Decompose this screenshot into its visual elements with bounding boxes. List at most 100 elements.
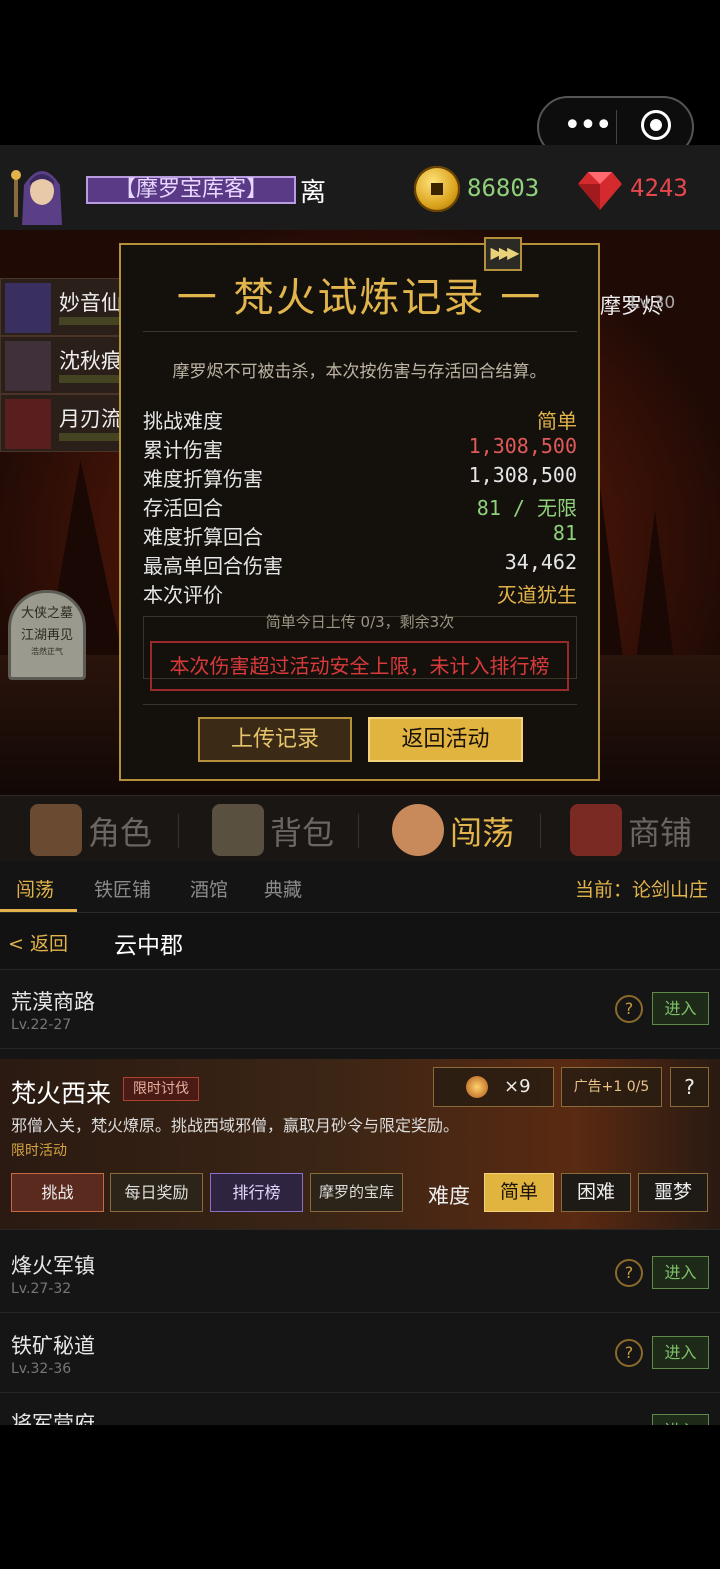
stat-value: 34,462 xyxy=(504,550,577,574)
location-level: Lv.32-36 xyxy=(11,1361,72,1377)
damage-cap-warning: 本次伤害超过活动安全上限，未计入排行榜 xyxy=(150,641,569,691)
tomb-small: 浩然正气 xyxy=(31,647,63,656)
upload-quota: 简单今日上传 0/3，剩余3次 xyxy=(265,613,455,631)
ticket-counter: ×9 xyxy=(433,1067,554,1107)
return-to-event-button[interactable]: 返回活动 xyxy=(368,717,523,762)
treasury-button[interactable]: 摩罗的宝库 xyxy=(310,1173,403,1212)
enter-button[interactable]: 进入 xyxy=(652,992,709,1025)
daily-reward-button[interactable]: 每日奖励 xyxy=(110,1173,203,1212)
hero-slot[interactable]: 月刃流 xyxy=(0,394,124,452)
coin-balance: 86803 xyxy=(467,174,540,202)
modal-description: 摩罗烬不可被击杀，本次按伤害与存活回合结算。 xyxy=(172,362,547,382)
stat-label: 累计伤害 xyxy=(143,438,223,462)
coin-icon xyxy=(414,166,460,212)
hero-hp-bar xyxy=(59,433,119,441)
gem-balance: 4243 xyxy=(630,174,688,202)
location-name: 铁矿秘道 xyxy=(11,1334,95,1358)
character-icon xyxy=(30,804,82,856)
tab-label: 商铺 xyxy=(628,814,693,852)
subtab-blacksmith[interactable]: 铁匠铺 xyxy=(94,875,151,902)
ticket-count: ×9 xyxy=(504,1076,531,1097)
stat-value: 81 xyxy=(552,521,577,545)
stat-label: 最高单回合伤害 xyxy=(143,554,283,578)
ticket-icon xyxy=(466,1076,488,1098)
enter-button[interactable]: 进入 xyxy=(652,1414,709,1425)
event-limited-label: 限时活动 xyxy=(11,1143,67,1159)
enter-button[interactable]: 进入 xyxy=(652,1336,709,1369)
backpack-icon xyxy=(212,804,264,856)
stat-label: 存活回合 xyxy=(143,496,223,520)
stat-label: 难度折算回合 xyxy=(143,525,263,549)
list-item-partial: 将军营府 进入 xyxy=(0,1394,720,1425)
active-tab-indicator xyxy=(0,909,77,912)
tab-label: 角色 xyxy=(88,814,153,852)
sub-tab-bar: 闯荡 铁匠铺 酒馆 典藏 当前：论剑山庄 xyxy=(0,861,720,913)
player-name: 离 xyxy=(300,178,327,208)
upload-record-button[interactable]: 上传记录 xyxy=(198,717,352,762)
event-title: 梵火西来 xyxy=(11,1079,112,1108)
tomb-line2: 江湖再见 xyxy=(20,628,73,643)
enter-button[interactable]: 进入 xyxy=(652,1256,709,1289)
hero-name: 沈秋痕 xyxy=(59,349,122,373)
help-icon[interactable]: ? xyxy=(615,1259,643,1287)
stat-row: 累计伤害 1,308,500 xyxy=(143,434,577,463)
current-location: 当前：论剑山庄 xyxy=(574,879,708,901)
challenge-button[interactable]: 挑战 xyxy=(11,1173,104,1212)
gem-icon xyxy=(578,172,622,210)
hero-portrait xyxy=(5,283,51,333)
divider xyxy=(143,331,577,332)
stat-value: 81 / 无限 xyxy=(476,496,577,520)
close-target-icon[interactable] xyxy=(641,110,671,140)
stat-row: 难度折算回合 81 xyxy=(143,521,577,550)
event-help-button[interactable]: ? xyxy=(670,1067,709,1107)
leaderboard-button[interactable]: 排行榜 xyxy=(210,1173,303,1212)
subtab-collection[interactable]: 典藏 xyxy=(264,875,302,902)
location-name: 烽火军镇 xyxy=(11,1254,95,1278)
location-level: Lv.27-32 xyxy=(11,1281,72,1297)
event-tag: 限时讨伐 xyxy=(123,1077,199,1101)
difficulty-nightmare-button[interactable]: 噩梦 xyxy=(638,1173,708,1212)
stat-value: 简单 xyxy=(537,409,577,433)
location-level: Lv.22-27 xyxy=(11,1017,72,1033)
hero-portrait xyxy=(5,341,51,391)
subtab-tavern[interactable]: 酒馆 xyxy=(190,875,228,902)
player-avatar[interactable] xyxy=(10,155,74,225)
stat-row: 挑战难度 简单 xyxy=(143,405,577,434)
ad-bonus-button[interactable]: 广告+1 0/5 xyxy=(561,1067,662,1107)
more-icon[interactable]: ••• xyxy=(557,111,617,142)
hero-portrait xyxy=(5,399,51,449)
hero-slot[interactable]: 妙音仙 xyxy=(0,278,124,336)
stat-label: 难度折算伤害 xyxy=(143,467,263,491)
help-icon[interactable]: ? xyxy=(615,995,643,1023)
stat-row: 难度折算伤害 1,308,500 xyxy=(143,463,577,492)
stat-row: 存活回合 81 / 无限 xyxy=(143,492,577,521)
subtab-adventure[interactable]: 闯荡 xyxy=(16,875,54,902)
stat-value: 1,308,500 xyxy=(468,463,577,487)
back-button[interactable]: < 返回 xyxy=(8,929,68,956)
location-name: 将军营府 xyxy=(11,1412,95,1425)
region-title: 云中郡 xyxy=(114,933,183,959)
fist-icon xyxy=(392,804,444,856)
stat-value: 灭道犹生 xyxy=(497,583,577,607)
event-description: 邪僧入关，梵火燎原。挑战西域邪僧，赢取月砂令与限定奖励。 xyxy=(11,1116,460,1135)
list-item: 烽火军镇 Lv.27-32 ? 进入 xyxy=(0,1234,720,1313)
help-icon[interactable]: ? xyxy=(615,1339,643,1367)
stat-row: 最高单回合伤害 34,462 xyxy=(143,550,577,579)
list-item: 铁矿秘道 Lv.32-36 ? 进入 xyxy=(0,1314,720,1393)
hero-slot[interactable]: 沈秋痕 xyxy=(0,336,124,394)
hero-hp-bar xyxy=(59,317,119,325)
main-tab-bar: 角色 背包 闯荡 商铺 xyxy=(0,795,720,864)
modal-title: 一 梵火试炼记录 一 xyxy=(176,275,543,321)
difficulty-hard-button[interactable]: 困难 xyxy=(561,1173,631,1212)
stat-row: 本次评价 灭道犹生 xyxy=(143,579,577,608)
divider xyxy=(143,704,577,705)
difficulty-easy-button[interactable]: 简单 xyxy=(484,1173,554,1212)
hero-name: 妙音仙 xyxy=(59,291,122,315)
tomb-line1: 大侠之墓 xyxy=(20,606,73,621)
hero-hp-bar xyxy=(59,375,119,383)
region-header: < 返回 云中郡 xyxy=(0,913,720,970)
stat-value: 1,308,500 xyxy=(468,434,577,458)
stat-label: 挑战难度 xyxy=(143,409,223,433)
difficulty-label: 难度 xyxy=(428,1184,470,1208)
shop-icon xyxy=(570,804,622,856)
